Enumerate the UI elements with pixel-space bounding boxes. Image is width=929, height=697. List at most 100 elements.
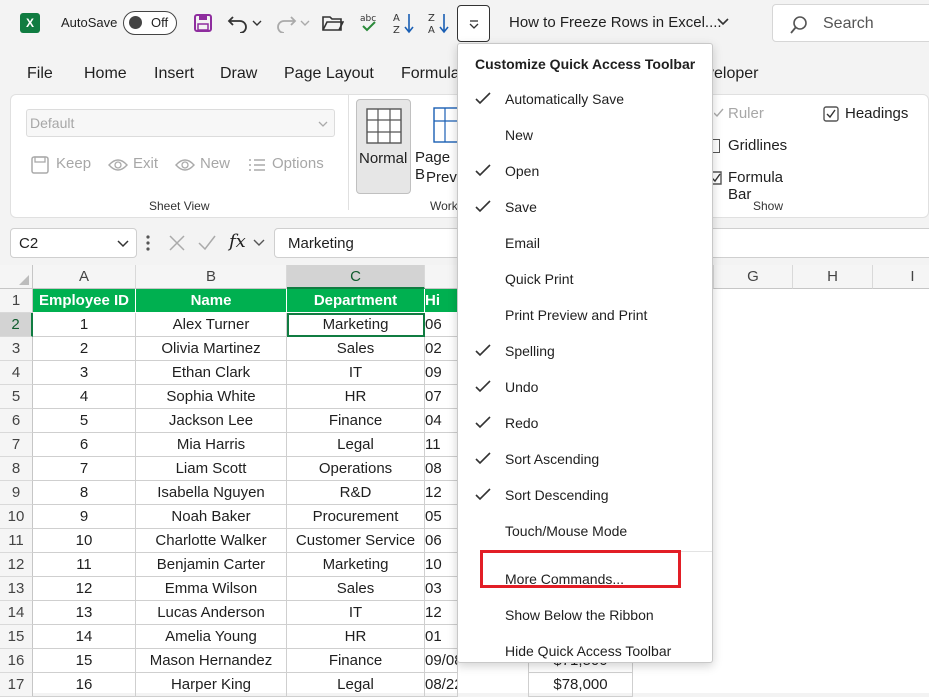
more-options-dots-icon[interactable]	[146, 235, 150, 256]
table-cell[interactable]: 3	[33, 361, 136, 385]
table-cell[interactable]: Marketing	[287, 553, 425, 577]
table-cell[interactable]: 12	[425, 481, 458, 505]
tab-file[interactable]: File	[27, 65, 53, 83]
row-header[interactable]: 15	[0, 625, 33, 649]
menu-item-print-preview-and-print[interactable]: Print Preview and Print	[458, 298, 712, 334]
normal-view-button[interactable]: Normal	[356, 99, 411, 194]
table-cell[interactable]: Jackson Lee	[136, 409, 287, 433]
header-cell[interactable]: Hi	[425, 289, 458, 313]
table-cell[interactable]: 5	[33, 409, 136, 433]
tab-formulas[interactable]: Formula	[401, 65, 460, 83]
table-cell[interactable]: 12	[425, 601, 458, 625]
table-cell[interactable]: 07	[425, 385, 458, 409]
redo-icon[interactable]	[273, 9, 299, 37]
table-cell[interactable]: 8	[33, 481, 136, 505]
table-cell[interactable]: 2	[33, 337, 136, 361]
row-header[interactable]: 1	[0, 289, 33, 313]
table-cell[interactable]: 4	[33, 385, 136, 409]
row-header[interactable]: 12	[0, 553, 33, 577]
undo-dropdown-icon[interactable]	[250, 9, 264, 37]
table-cell[interactable]: 08	[425, 457, 458, 481]
table-cell[interactable]: Finance	[287, 409, 425, 433]
table-cell[interactable]: 09/08/18	[425, 649, 458, 673]
table-cell[interactable]: 12	[33, 577, 136, 601]
table-cell[interactable]: 16	[33, 673, 136, 697]
document-title[interactable]: How to Freeze Rows in Excel....	[509, 14, 722, 31]
sort-descending-icon[interactable]: ZA	[425, 9, 451, 37]
row-header[interactable]: 17	[0, 673, 33, 697]
row-header[interactable]: 8	[0, 457, 33, 481]
row-header[interactable]: 9	[0, 481, 33, 505]
customize-qat-button[interactable]	[457, 5, 490, 42]
menu-item-touch-mouse-mode[interactable]: Touch/Mouse Mode	[458, 514, 712, 550]
table-cell[interactable]: Mason Hernandez	[136, 649, 287, 673]
table-cell[interactable]: 14	[33, 625, 136, 649]
table-cell[interactable]: 7	[33, 457, 136, 481]
table-cell[interactable]: Sales	[287, 337, 425, 361]
table-cell[interactable]: Customer Service	[287, 529, 425, 553]
row-header[interactable]: 13	[0, 577, 33, 601]
table-cell[interactable]: 11	[33, 553, 136, 577]
table-cell[interactable]: 09	[425, 361, 458, 385]
column-header-i[interactable]: I	[873, 265, 929, 289]
menu-item-show-below-ribbon[interactable]: Show Below the Ribbon	[458, 590, 712, 626]
menu-item-undo[interactable]: Undo	[458, 370, 712, 406]
name-box[interactable]: C2	[10, 228, 137, 258]
sort-ascending-icon[interactable]: AZ	[390, 9, 416, 37]
tab-page-layout[interactable]: Page Layout	[284, 65, 374, 83]
save-icon[interactable]	[190, 9, 216, 37]
table-cell[interactable]: Lucas Anderson	[136, 601, 287, 625]
header-cell[interactable]: Name	[136, 289, 287, 313]
table-cell[interactable]: 6	[33, 433, 136, 457]
undo-icon[interactable]	[225, 9, 251, 37]
tab-draw[interactable]: Draw	[220, 65, 257, 83]
table-cell[interactable]: Noah Baker	[136, 505, 287, 529]
menu-item-sort-ascending[interactable]: Sort Ascending	[458, 442, 712, 478]
title-chevron-down-icon[interactable]	[716, 14, 730, 32]
enter-check-icon[interactable]	[197, 234, 217, 257]
column-header-c[interactable]: C	[287, 265, 425, 289]
table-cell[interactable]: 1	[33, 313, 136, 337]
table-cell[interactable]: 11	[425, 433, 458, 457]
table-cell[interactable]: 08/22/20	[425, 673, 458, 697]
menu-item-spelling[interactable]: Spelling	[458, 334, 712, 370]
tab-developer[interactable]: veloper	[706, 65, 758, 83]
table-cell[interactable]: 03	[425, 577, 458, 601]
table-cell[interactable]: 06	[425, 313, 458, 337]
row-header[interactable]: 5	[0, 385, 33, 409]
cancel-icon[interactable]	[168, 234, 186, 257]
table-cell[interactable]: 01	[425, 625, 458, 649]
table-cell[interactable]: 05	[425, 505, 458, 529]
table-cell[interactable]: Olivia Martinez	[136, 337, 287, 361]
row-header[interactable]: 2	[0, 313, 33, 337]
menu-item-email[interactable]: Email	[458, 226, 712, 262]
header-cell[interactable]: Department	[287, 289, 425, 313]
table-cell[interactable]: 9	[33, 505, 136, 529]
column-header-h[interactable]: H	[793, 265, 873, 289]
menu-item-save[interactable]: Save	[458, 190, 712, 226]
table-cell[interactable]: Legal	[287, 433, 425, 457]
table-cell[interactable]: 10	[425, 553, 458, 577]
table-cell[interactable]: Benjamin Carter	[136, 553, 287, 577]
table-cell[interactable]: R&D	[287, 481, 425, 505]
row-header[interactable]: 10	[0, 505, 33, 529]
search-box[interactable]: Search	[772, 4, 929, 42]
table-cell[interactable]: Alex Turner	[136, 313, 287, 337]
table-cell[interactable]: Operations	[287, 457, 425, 481]
table-cell[interactable]: Isabella Nguyen	[136, 481, 287, 505]
menu-item-sort-descending[interactable]: Sort Descending	[458, 478, 712, 514]
table-cell[interactable]: $78,000	[528, 673, 633, 697]
menu-item-redo[interactable]: Redo	[458, 406, 712, 442]
column-header-b[interactable]: B	[136, 265, 287, 289]
row-header[interactable]: 3	[0, 337, 33, 361]
row-header[interactable]: 16	[0, 649, 33, 673]
table-cell[interactable]: 13	[33, 601, 136, 625]
table-cell[interactable]: Sophia White	[136, 385, 287, 409]
menu-item-hide-qat[interactable]: Hide Quick Access Toolbar	[458, 626, 712, 662]
sheet-view-select[interactable]: Default	[26, 109, 335, 137]
autosave-toggle[interactable]: Off	[123, 11, 177, 35]
table-cell[interactable]: Amelia Young	[136, 625, 287, 649]
redo-dropdown-icon[interactable]	[298, 9, 312, 37]
column-header-d[interactable]	[425, 265, 458, 289]
menu-item-open[interactable]: Open	[458, 154, 712, 190]
